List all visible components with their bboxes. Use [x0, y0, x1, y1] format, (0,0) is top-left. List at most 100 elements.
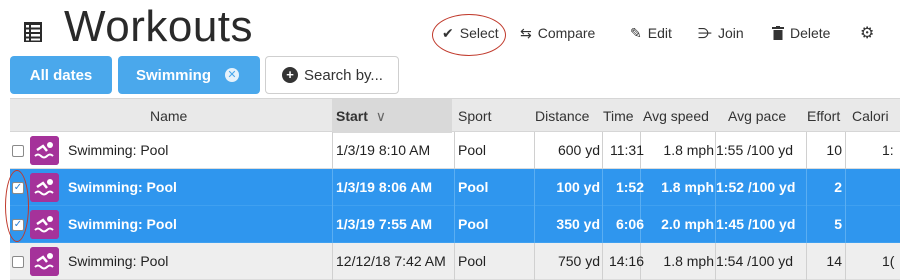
swimming-icon — [30, 210, 59, 239]
select-button[interactable]: ✔ Select — [442, 22, 499, 44]
column-divider — [806, 132, 807, 169]
cell-distance: 350 yd — [556, 216, 600, 232]
cell-effort: 10 — [826, 142, 842, 158]
edit-label: Edit — [647, 25, 672, 41]
join-button[interactable]: ⋺ Join — [698, 22, 744, 44]
column-header-start[interactable]: Start ∨ — [332, 99, 452, 133]
cell-time: 6:06 — [615, 216, 644, 232]
cell-sport: Pool — [458, 253, 487, 269]
cell-time: 14:16 — [608, 253, 644, 269]
cell-calories: 1: — [882, 142, 894, 158]
edit-button[interactable]: ✎ Edit — [630, 22, 672, 44]
page-header: Workouts ✔ Select ⇆ Compare ✎ Edit ⋺ Joi… — [0, 0, 900, 56]
column-header-avg-speed[interactable]: Avg speed — [643, 99, 709, 133]
cell-start: 12/12/18 7:42 AM — [336, 253, 446, 269]
column-divider — [534, 206, 535, 243]
column-divider — [454, 132, 455, 169]
swimming-icon — [30, 136, 59, 165]
swimming-icon — [30, 173, 59, 202]
table-header: Name Start ∨ Sport Distance Time Avg spe… — [10, 98, 900, 133]
workout-name[interactable]: Swimming: Pool — [68, 206, 177, 243]
checkmark-icon: ✔ — [442, 24, 454, 41]
column-divider — [534, 132, 535, 169]
compare-label: Compare — [537, 25, 596, 41]
column-divider — [806, 243, 807, 280]
cell-avg-pace: 1:52 /100 yd — [716, 179, 796, 195]
cell-avg-speed: 1.8 mph — [663, 253, 714, 269]
table-row[interactable]: Swimming: Pool 1/3/19 8:10 AM Pool 600 yd 11… — [10, 132, 900, 169]
join-label: Join — [718, 25, 744, 41]
cell-sport: Pool — [458, 142, 487, 158]
plus-icon: + — [282, 67, 298, 83]
compare-icon: ⇆ — [520, 24, 532, 41]
cell-time: 1:52 — [615, 179, 644, 195]
gear-icon: ⚙ — [860, 25, 875, 42]
cell-calories: 1( — [882, 253, 895, 269]
column-divider — [454, 169, 455, 206]
column-divider — [806, 206, 807, 243]
cell-effort: 14 — [826, 253, 842, 269]
cell-avg-speed: 1.8 mph — [663, 142, 714, 158]
column-header-effort[interactable]: Effort — [807, 99, 840, 133]
swimming-filter[interactable]: Swimming ✕ — [118, 56, 260, 94]
cell-time: 11:31 — [610, 142, 644, 158]
workout-name[interactable]: Swimming: Pool — [68, 243, 168, 280]
trash-icon — [772, 26, 784, 40]
search-by-button[interactable]: + Search by... — [265, 56, 399, 94]
all-dates-filter[interactable]: All dates — [10, 56, 112, 94]
swimming-label: Swimming — [136, 66, 212, 84]
compare-button[interactable]: ⇆ Compare — [520, 22, 595, 44]
workout-name[interactable]: Swimming: Pool — [68, 169, 177, 206]
column-header-sport[interactable]: Sport — [458, 99, 491, 133]
pencil-icon: ✎ — [630, 24, 642, 41]
column-divider — [845, 132, 846, 169]
column-divider — [845, 243, 846, 280]
table-row[interactable]: Swimming: Pool 12/12/18 7:42 AM Pool 750 yd… — [10, 243, 900, 280]
column-divider — [534, 243, 535, 280]
select-label: Select — [459, 25, 499, 41]
column-divider — [602, 132, 603, 169]
cell-distance: 750 yd — [557, 253, 600, 269]
table-row[interactable]: ✓ Swimming: Pool 1/3/19 8:06 AM Pool 100 yd 1… — [10, 169, 900, 206]
cell-distance: 600 yd — [557, 142, 600, 158]
cell-avg-pace: 1:55 /100 yd — [716, 142, 794, 158]
column-header-name[interactable]: Name — [150, 99, 187, 133]
column-divider — [454, 243, 455, 280]
column-divider — [602, 169, 603, 206]
cell-avg-speed: 1.8 mph — [661, 179, 714, 195]
swimming-icon — [30, 247, 59, 276]
column-divider — [602, 206, 603, 243]
cell-start: 1/3/19 7:55 AM — [336, 216, 432, 232]
table-row[interactable]: ✓ Swimming: Pool 1/3/19 7:55 AM Pool 350 yd 6… — [10, 206, 900, 243]
cell-avg-speed: 2.0 mph — [661, 216, 714, 232]
workout-name[interactable]: Swimming: Pool — [68, 132, 168, 169]
table-body: Swimming: Pool 1/3/19 8:10 AM Pool 600 yd 11… — [10, 132, 900, 280]
filter-bar: All dates Swimming ✕ + Search by... — [0, 56, 900, 96]
sort-chevron-down-icon: ∨ — [375, 108, 387, 124]
column-divider — [806, 169, 807, 206]
cell-start: 1/3/19 8:10 AM — [336, 142, 431, 158]
remove-filter-icon[interactable]: ✕ — [225, 68, 240, 82]
join-icon: ⋺ — [698, 24, 712, 41]
column-header-start-label: Start — [336, 108, 368, 124]
column-header-calories[interactable]: Calori — [852, 99, 889, 133]
page-title: Workouts — [64, 2, 254, 51]
cell-sport: Pool — [458, 216, 489, 232]
cell-avg-pace: 1:54 /100 yd — [716, 253, 794, 269]
delete-label: Delete — [790, 25, 831, 41]
column-header-distance[interactable]: Distance — [535, 99, 589, 133]
column-divider — [534, 169, 535, 206]
column-divider — [845, 206, 846, 243]
delete-button[interactable]: Delete — [772, 22, 830, 44]
row-checkbox[interactable] — [12, 256, 24, 268]
cell-effort: 5 — [834, 216, 842, 232]
column-header-avg-pace[interactable]: Avg pace — [728, 99, 786, 133]
column-header-time[interactable]: Time — [603, 99, 634, 133]
settings-button[interactable]: ⚙ — [860, 22, 880, 44]
column-divider — [845, 169, 846, 206]
cell-avg-pace: 1:45 /100 yd — [716, 216, 796, 232]
column-divider — [454, 206, 455, 243]
column-divider — [602, 243, 603, 280]
row-checkbox[interactable] — [12, 145, 24, 157]
annotation-circle — [5, 170, 29, 242]
